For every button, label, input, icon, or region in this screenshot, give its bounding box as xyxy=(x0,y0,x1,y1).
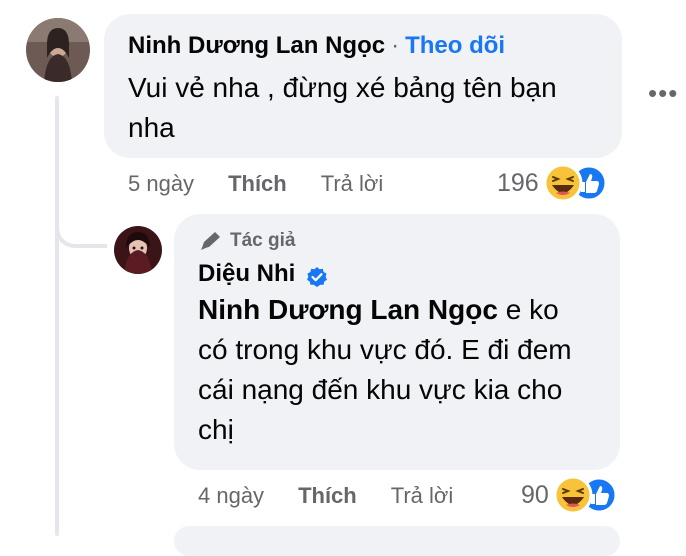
reply-time[interactable]: 4 ngày xyxy=(198,483,264,509)
haha-icon xyxy=(543,163,583,203)
comment-header: Ninh Dương Lan Ngọc · Theo dõi xyxy=(128,32,598,60)
thread-line xyxy=(55,96,59,536)
reaction-icons xyxy=(543,163,608,203)
comment-time[interactable]: 5 ngày xyxy=(128,171,194,197)
haha-icon xyxy=(553,475,593,515)
avatar-reply-author[interactable] xyxy=(114,226,162,274)
reaction-count: 90 xyxy=(521,480,549,509)
mention-link[interactable]: Ninh Dương Lan Ngọc xyxy=(198,294,498,325)
follow-button[interactable]: Theo dõi xyxy=(405,32,505,59)
avatar-comment-author[interactable] xyxy=(26,18,90,82)
reply-button[interactable]: Trả lời xyxy=(391,483,454,509)
reaction-icons xyxy=(553,475,618,515)
reply-author-name[interactable]: Diệu Nhi xyxy=(198,260,295,287)
author-badge: Tác giả xyxy=(198,230,596,252)
thread-branch xyxy=(55,200,107,248)
reply-bubble: Tác giả Diệu Nhi Ninh Dương Lan Ngọc e k… xyxy=(174,214,620,470)
like-button[interactable]: Thích xyxy=(228,171,287,197)
more-dots-icon[interactable]: ••• xyxy=(648,78,678,109)
author-badge-label: Tác giả xyxy=(230,230,296,251)
separator-dot: · xyxy=(391,32,400,59)
comment-actions: 5 ngày Thích Trả lời xyxy=(128,171,417,197)
like-button[interactable]: Thích xyxy=(298,483,357,509)
reply-header: Diệu Nhi xyxy=(198,260,596,288)
next-reply-bubble-partial xyxy=(174,526,620,556)
comment-author-name[interactable]: Ninh Dương Lan Ngọc xyxy=(128,32,385,59)
verified-badge-icon xyxy=(306,266,327,287)
reaction-summary[interactable]: 196 xyxy=(497,163,613,203)
reply-text: Ninh Dương Lan Ngọc e ko có trong khu vự… xyxy=(198,290,588,450)
reply-actions: 4 ngày Thích Trả lời xyxy=(198,483,487,509)
reply-button[interactable]: Trả lời xyxy=(321,171,384,197)
reaction-summary[interactable]: 90 xyxy=(521,475,623,515)
reaction-count: 196 xyxy=(497,168,539,197)
pencil-icon xyxy=(201,232,220,250)
comment-bubble: Ninh Dương Lan Ngọc · Theo dõi Vui vẻ nha … xyxy=(104,14,622,158)
comment-text: Vui vẻ nha , đừng xé bảng tên bạn nha xyxy=(128,72,557,143)
